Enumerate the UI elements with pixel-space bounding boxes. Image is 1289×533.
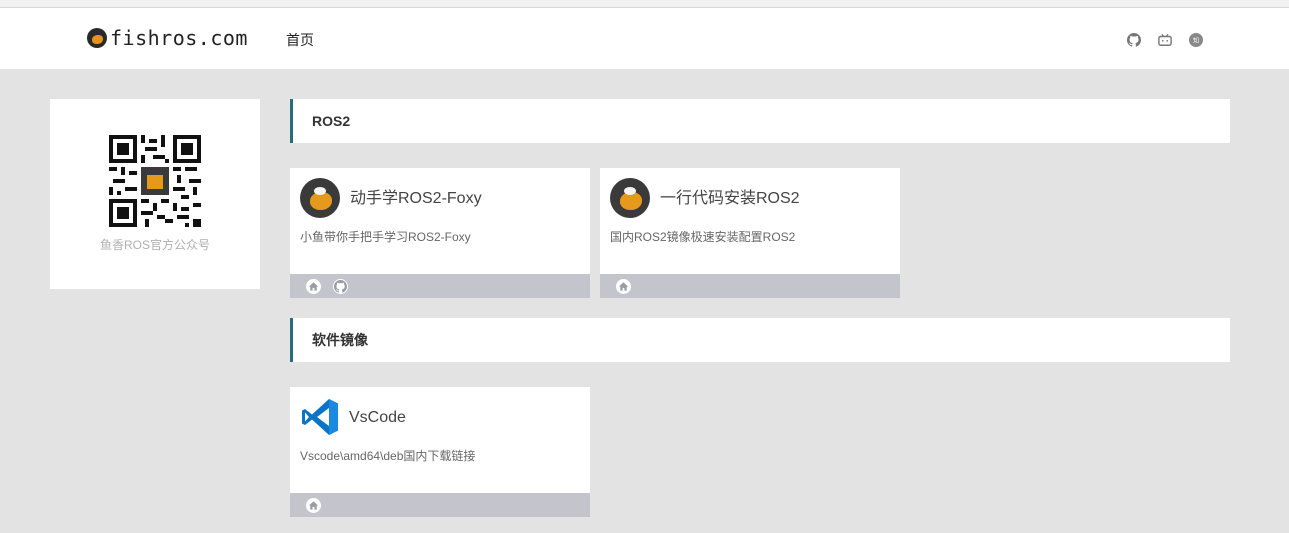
zhihu-icon[interactable]: 知	[1189, 33, 1203, 47]
card-footer	[290, 274, 590, 298]
section-title: ROS2	[312, 113, 351, 129]
github-icon[interactable]	[333, 278, 348, 294]
vscode-icon	[302, 399, 338, 435]
nav-home-link[interactable]: 首页	[286, 31, 314, 49]
card-description: Vscode\amd64\deb国内下载链接	[300, 449, 476, 463]
svg-text:知: 知	[1193, 37, 1199, 45]
card-avatar	[300, 178, 340, 218]
wechat-qr-card: 鱼香ROS官方公众号	[50, 99, 260, 289]
home-icon[interactable]	[306, 278, 321, 294]
card-vscode[interactable]: VsCode Vscode\amd64\deb国内下载链接	[290, 387, 590, 517]
card-title[interactable]: 一行代码安装ROS2	[660, 189, 800, 208]
qr-caption: 鱼香ROS官方公众号	[99, 238, 210, 252]
card-footer	[600, 274, 900, 298]
card-description: 小鱼带你手把手学习ROS2-Foxy	[300, 230, 471, 244]
card-install-ros2[interactable]: 一行代码安装ROS2 国内ROS2镜像极速安装配置ROS2	[600, 168, 900, 298]
site-header: fishros.com 首页 知	[0, 8, 1289, 69]
browser-top-strip	[0, 0, 1289, 8]
fish-logo-icon	[87, 28, 107, 48]
card-title[interactable]: 动手学ROS2-Foxy	[350, 189, 482, 208]
wechat-qr-code	[109, 135, 201, 227]
bilibili-icon[interactable]	[1158, 33, 1172, 47]
logo-text: fishros.com	[110, 26, 248, 50]
social-links: 知	[1127, 33, 1220, 47]
card-title[interactable]: VsCode	[349, 408, 406, 427]
github-icon[interactable]	[1127, 33, 1141, 47]
site-logo[interactable]: fishros.com	[87, 27, 248, 49]
card-ros2-foxy[interactable]: 动手学ROS2-Foxy 小鱼带你手把手学习ROS2-Foxy	[290, 168, 590, 298]
card-description: 国内ROS2镜像极速安装配置ROS2	[610, 230, 796, 244]
home-icon[interactable]	[616, 278, 631, 294]
section-title: 软件镜像	[312, 332, 368, 348]
section-header-software-mirror: 软件镜像	[290, 318, 1230, 362]
card-avatar	[610, 178, 650, 218]
home-icon[interactable]	[306, 497, 321, 513]
section-header-ros2: ROS2	[290, 99, 1230, 143]
card-footer	[290, 493, 590, 517]
